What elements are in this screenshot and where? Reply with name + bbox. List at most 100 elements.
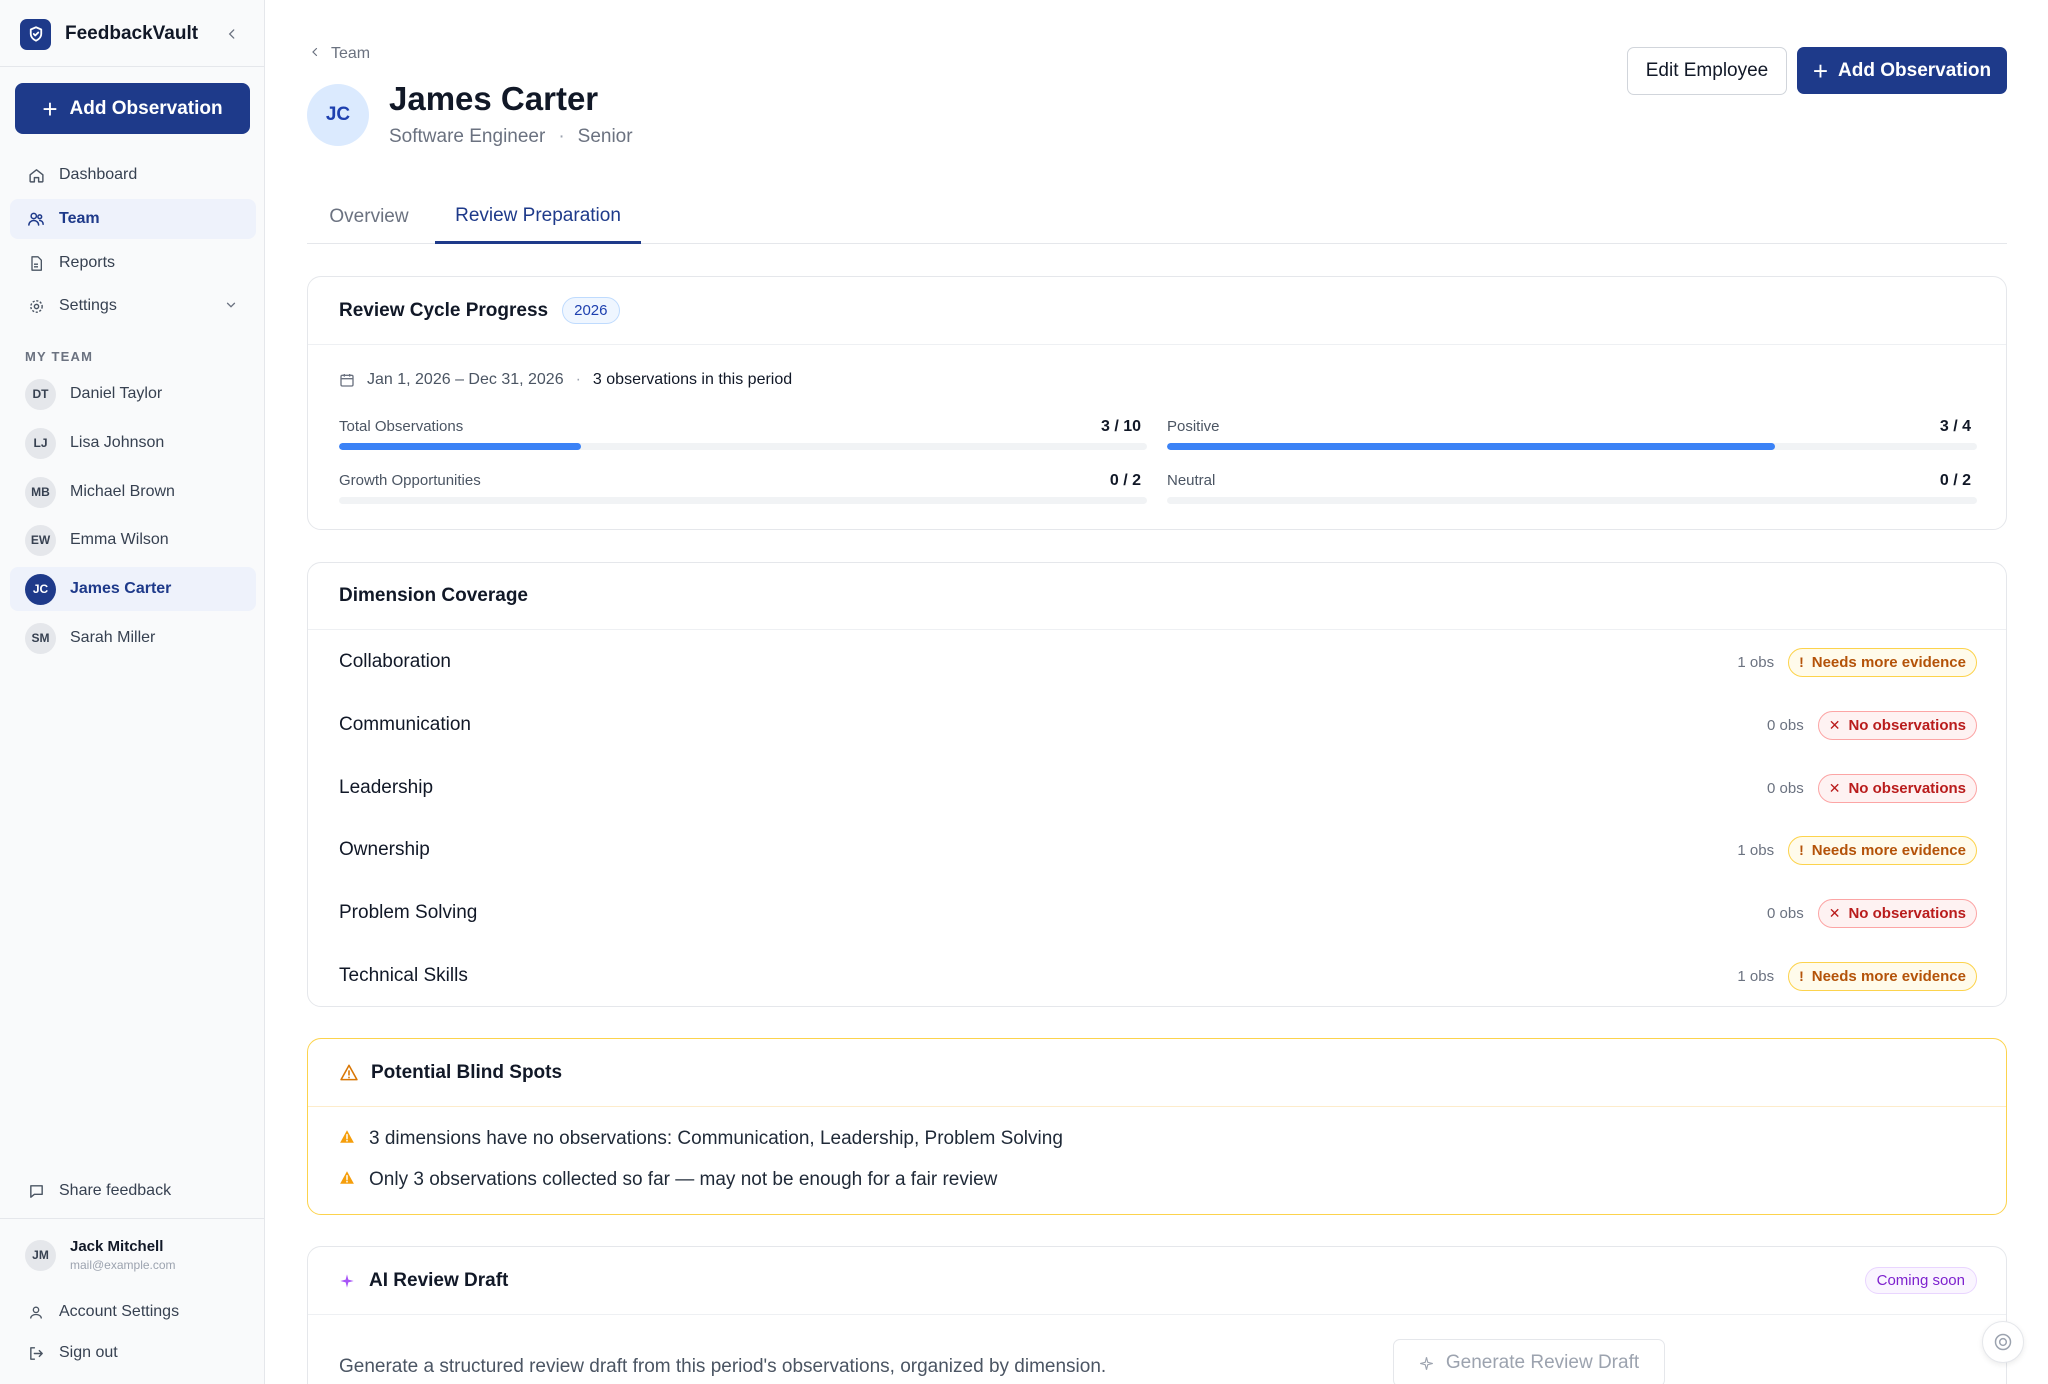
blind-spots-card: Potential Blind Spots 3 dimensions have … <box>307 1038 2007 1215</box>
member-name: Daniel Taylor <box>70 385 163 402</box>
status-label: No observations <box>1848 779 1966 797</box>
file-icon <box>27 254 45 272</box>
separator-dot: · <box>558 126 565 147</box>
period-count: 3 observations in this period <box>592 371 793 388</box>
metric-value: 0 / 2 <box>1109 472 1141 489</box>
card-title: AI Review Draft <box>369 1269 509 1291</box>
status-label: Needs more evidence <box>1811 653 1966 671</box>
sidebar-item-reports[interactable]: Reports <box>10 243 256 283</box>
breadcrumb-label: Team <box>331 45 371 62</box>
blind-spot-item: Only 3 observations collected so far — m… <box>339 1169 997 1191</box>
status-label: Needs more evidence <box>1811 841 1966 859</box>
calendar-icon <box>339 372 355 388</box>
dimension-name: Communication <box>339 714 471 735</box>
account-settings-link[interactable]: Account Settings <box>10 1292 256 1332</box>
user-profile[interactable]: JM Jack Mitchell mail@example.com <box>25 1238 176 1272</box>
warning-icon <box>339 1128 355 1150</box>
sidebar-item-dashboard[interactable]: Dashboard <box>10 155 256 195</box>
gear-icon <box>27 297 45 315</box>
member-name: Michael Brown <box>70 483 175 500</box>
sidebar-item-label: Reports <box>59 254 116 271</box>
chevron-left-icon <box>309 45 321 63</box>
plus-icon: + <box>1812 55 1829 86</box>
share-feedback-link[interactable]: Share feedback <box>10 1171 256 1211</box>
alert-icon: ! <box>1799 654 1804 670</box>
member-name: Emma Wilson <box>70 531 169 548</box>
card-header: AI Review Draft <box>308 1247 2006 1315</box>
brand[interactable]: FeedbackVault <box>20 18 198 50</box>
separator-dot: · <box>575 371 581 388</box>
dimension-count: 0 obs <box>1767 904 1804 922</box>
tab-review-preparation[interactable]: Review Preparation <box>435 190 641 244</box>
metric-value: 3 / 10 <box>1100 418 1141 435</box>
sparkle-icon <box>339 1273 355 1289</box>
review-period: Jan 1, 2026 – Dec 31, 2026 · 3 observati… <box>339 371 792 389</box>
metric-value: 0 / 2 <box>1939 472 1971 489</box>
ai-draft-description: Generate a structured review draft from … <box>339 1356 1107 1377</box>
sidebar-item-label: Settings <box>59 297 117 314</box>
dimension-count: 1 obs <box>1737 841 1775 859</box>
team-member-lisa-johnson[interactable]: LJ Lisa Johnson <box>10 421 256 465</box>
team-member-daniel-taylor[interactable]: DT Daniel Taylor <box>10 372 256 416</box>
dimension-name: Technical Skills <box>339 965 468 986</box>
progress-track-neutral <box>1167 497 1977 504</box>
avatar: JC <box>25 573 56 605</box>
year-badge: 2026 <box>562 297 620 324</box>
dimension-count: 1 obs <box>1737 653 1775 671</box>
team-member-sarah-miller[interactable]: SM Sarah Miller <box>10 616 256 660</box>
progress-track-total-observations <box>339 443 1147 450</box>
sidebar-add-observation-button[interactable]: + Add Observation <box>15 83 250 134</box>
dimension-row: Collaboration 1 obs ! Needs more evidence <box>308 631 2006 693</box>
divider <box>0 1218 265 1219</box>
plus-icon: + <box>42 93 58 124</box>
user-email: mail@example.com <box>70 1258 176 1272</box>
blind-spot-text: Only 3 observations collected so far — m… <box>369 1169 998 1190</box>
edit-employee-button[interactable]: Edit Employee <box>1627 47 1787 95</box>
dimension-row: Leadership 0 obs ✕ No observations <box>308 757 2006 819</box>
message-icon <box>27 1182 45 1200</box>
alert-icon: ! <box>1799 968 1804 984</box>
tab-overview[interactable]: Overview <box>307 190 431 244</box>
employee-subtitle: Software Engineer · Senior <box>389 126 633 148</box>
x-icon: ✕ <box>1828 716 1841 733</box>
tab-bar: Overview Review Preparation <box>307 190 2007 244</box>
status-label: No observations <box>1848 716 1966 734</box>
dimension-row: Communication 0 obs ✕ No observations <box>308 694 2006 756</box>
sidebar-item-team[interactable]: Team <box>10 199 256 239</box>
generate-button-label: Generate Review Draft <box>1445 1352 1640 1373</box>
status-badge: ✕ No observations <box>1817 773 1977 803</box>
add-observation-button[interactable]: + Add Observation <box>1797 47 2007 94</box>
generate-review-draft-button[interactable]: Generate Review Draft <box>1393 1339 1665 1384</box>
team-member-james-carter[interactable]: JC James Carter <box>10 567 256 611</box>
progress-fill <box>339 443 582 450</box>
team-member-emma-wilson[interactable]: EW Emma Wilson <box>10 518 256 562</box>
divider <box>0 66 265 67</box>
status-label: No observations <box>1848 904 1966 922</box>
metric-value: 3 / 4 <box>1939 418 1971 435</box>
member-name: Sarah Miller <box>70 629 156 646</box>
sidebar-item-label: Team <box>59 210 100 227</box>
help-button[interactable] <box>1982 1321 2024 1363</box>
dimension-name: Problem Solving <box>339 902 478 923</box>
main-content: Team JC James Carter Software Engineer ·… <box>265 0 2048 1384</box>
collapse-sidebar-button[interactable] <box>220 22 244 46</box>
my-team-heading: MY TEAM <box>25 349 94 364</box>
employee-role: Software Engineer <box>389 126 546 147</box>
employee-name: James Carter <box>389 80 599 117</box>
breadcrumb[interactable]: Team <box>309 45 370 63</box>
add-observation-label: Add Observation <box>69 97 223 119</box>
sidebar-item-settings[interactable]: Settings <box>10 286 256 326</box>
team-member-michael-brown[interactable]: MB Michael Brown <box>10 470 256 514</box>
metric-label: Growth Opportunities <box>339 472 481 489</box>
card-title: Dimension Coverage <box>339 585 528 606</box>
dimension-count: 0 obs <box>1767 716 1804 734</box>
user-icon <box>27 1303 45 1321</box>
status-badge: ✕ No observations <box>1817 710 1977 740</box>
x-icon: ✕ <box>1828 779 1841 796</box>
sign-out-icon <box>27 1344 45 1362</box>
ai-review-draft-card: AI Review Draft Coming soon Generate a s… <box>307 1246 2007 1384</box>
metric-label: Neutral <box>1167 472 1216 489</box>
sign-out-link[interactable]: Sign out <box>10 1333 256 1373</box>
employee-level: Senior <box>577 126 633 147</box>
avatar: SM <box>25 622 56 654</box>
